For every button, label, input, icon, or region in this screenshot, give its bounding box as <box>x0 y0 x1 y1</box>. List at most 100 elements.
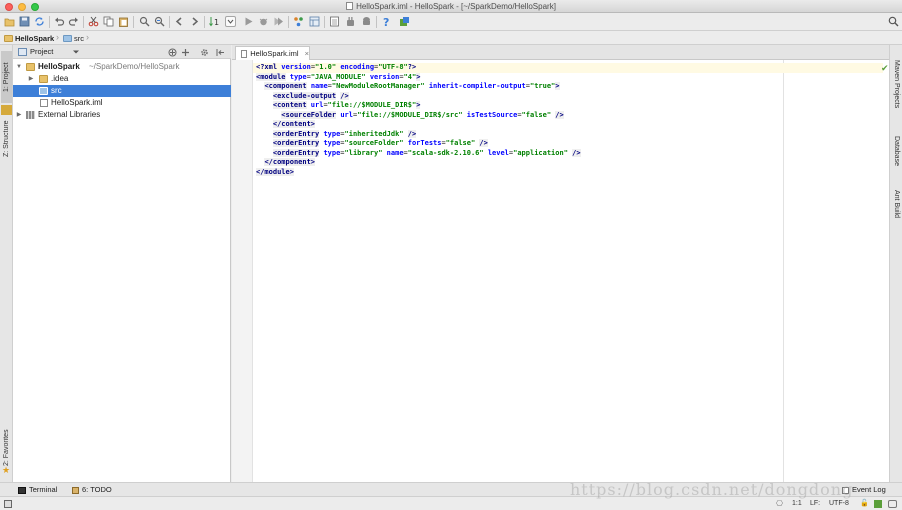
debug-icon[interactable] <box>258 16 269 27</box>
xml-attribute: type <box>289 72 307 81</box>
readonly-lock-icon[interactable]: 🔓 <box>860 498 869 510</box>
run-icon[interactable] <box>243 16 254 27</box>
editor-tab-bar: HelloSpark.iml × <box>232 45 889 60</box>
back-icon[interactable] <box>174 16 185 27</box>
code-content[interactable]: <?xml version="1.0" encoding="UTF-8"?> <m… <box>253 63 883 178</box>
run-config-dropdown[interactable] <box>225 16 236 27</box>
breadcrumb-module[interactable]: HelloSpark <box>4 33 54 44</box>
xml-value: "4" <box>403 72 417 81</box>
iml-file-icon <box>40 99 48 107</box>
favorites-star-icon: ★ <box>2 465 11 475</box>
tasks-icon[interactable] <box>399 16 410 27</box>
maven-projects-tool-tab[interactable]: Maven Projects <box>891 53 902 115</box>
code-line[interactable]: <module type="JAVA_MODULE" version="4"> <box>256 72 883 83</box>
replace-icon[interactable] <box>154 16 165 27</box>
code-line[interactable]: </content> <box>256 120 883 130</box>
tree-item-module[interactable]: ▼ HelloSpark ~/SparkDemo/HelloSpark <box>13 61 231 73</box>
inspection-level-icon[interactable] <box>874 500 882 508</box>
scroll-from-source-icon[interactable] <box>168 48 177 57</box>
copy-icon[interactable] <box>103 16 114 27</box>
xml-tag: > <box>416 72 421 81</box>
save-icon[interactable] <box>19 16 30 27</box>
sdk-icon[interactable] <box>329 16 340 27</box>
database-tool-tab[interactable]: Database <box>891 131 902 171</box>
xml-tag: > <box>416 101 421 109</box>
undo-icon[interactable] <box>54 16 65 27</box>
code-editor[interactable]: <?xml version="1.0" encoding="UTF-8"?> <m… <box>232 60 889 482</box>
code-line[interactable]: <component name="NewModuleRootManager" i… <box>256 82 883 92</box>
xml-tag: /> <box>479 139 488 147</box>
source-folder-icon <box>39 87 48 95</box>
caret-position[interactable]: 1:1 <box>792 498 802 510</box>
encoding-indicator[interactable]: UTF-8 <box>829 498 849 510</box>
xml-attribute: url <box>340 110 353 119</box>
redo-icon[interactable] <box>68 16 79 27</box>
xml-value: "scala-sdk-2.10.6" <box>407 148 484 157</box>
todo-tool-button[interactable]: 6: TODO <box>72 484 112 496</box>
tree-item-idea[interactable]: ▶ .idea <box>13 73 231 85</box>
code-line[interactable]: <?xml version="1.0" encoding="UTF-8"?> <box>253 63 883 73</box>
hide-panel-icon[interactable] <box>216 48 225 57</box>
code-line[interactable]: <orderEntry type="library" name="scala-s… <box>256 148 883 159</box>
xml-value: "JAVA_MODULE" <box>310 72 366 81</box>
breadcrumb-src[interactable]: src <box>63 33 84 44</box>
sync-icon[interactable] <box>34 16 45 27</box>
svg-text:1: 1 <box>214 18 219 27</box>
plugin-icon[interactable] <box>345 16 356 27</box>
editor-tab-label: HelloSpark.iml <box>250 49 299 58</box>
project-panel-title[interactable]: Project <box>30 47 53 56</box>
tree-item-iml[interactable]: HelloSpark.iml <box>13 97 231 109</box>
open-folder-icon[interactable] <box>4 16 15 27</box>
structure-tool-tab[interactable]: Z: Structure <box>1 115 12 163</box>
event-log-tool-button[interactable]: Event Log <box>842 484 886 496</box>
toolbar-separator <box>169 16 170 28</box>
window-title-area: HelloSpark.iml - HelloSpark - [~/SparkDe… <box>0 0 902 13</box>
find-icon[interactable] <box>139 16 150 27</box>
code-line[interactable]: </component> <box>256 158 883 168</box>
close-tab-icon[interactable]: × <box>305 47 309 60</box>
collapse-all-icon[interactable] <box>181 48 190 57</box>
xml-tag: </content> <box>272 120 316 128</box>
gear-icon[interactable] <box>200 48 209 57</box>
tree-item-external-libraries[interactable]: ▶ External Libraries <box>13 109 231 121</box>
editor-tab-hellospark-iml[interactable]: HelloSpark.iml × <box>235 46 310 60</box>
xml-value: "NewModuleRootManager" <box>331 82 425 90</box>
collapsed-arrow-icon[interactable]: ▶ <box>27 73 35 85</box>
favorites-tool-tab-label: 2: Favorites <box>3 429 10 467</box>
forward-icon[interactable] <box>189 16 200 27</box>
project-tool-tab[interactable]: 1: Project <box>1 51 12 103</box>
collapsed-arrow-icon[interactable]: ▶ <box>15 109 23 121</box>
xml-attribute: name <box>386 148 404 157</box>
breadcrumb-separator-icon: › <box>56 32 59 42</box>
code-line[interactable]: <orderEntry type="inheritedJdk" /> <box>256 129 883 140</box>
android-icon[interactable] <box>361 16 372 27</box>
project-panel-header: Project <box>13 45 231 59</box>
coverage-icon[interactable] <box>273 16 284 27</box>
make-icon[interactable]: 1 <box>209 16 220 27</box>
cut-icon[interactable] <box>88 16 99 27</box>
code-line[interactable]: <content url="file://$MODULE_DIR$"> <box>256 101 883 111</box>
help-icon[interactable]: ? <box>381 16 392 27</box>
expanded-arrow-icon[interactable]: ▼ <box>15 61 23 73</box>
xml-attribute: isTestSource <box>466 110 518 119</box>
xml-attribute: encoding <box>336 63 375 71</box>
code-line[interactable]: <orderEntry type="sourceFolder" forTests… <box>256 139 883 149</box>
right-tool-stripe: Maven Projects Database Ant Build <box>889 45 902 482</box>
code-line[interactable]: <exclude-output /> <box>256 91 883 102</box>
window-title: HelloSpark.iml - HelloSpark - [~/SparkDe… <box>356 2 556 11</box>
view-dropdown-chevron-icon[interactable] <box>73 49 79 55</box>
line-separator-indicator[interactable]: LF: <box>810 498 820 510</box>
search-everywhere-icon[interactable] <box>888 16 899 27</box>
maven-projects-tool-tab-label: Maven Projects <box>893 59 900 109</box>
tool-windows-icon[interactable] <box>4 500 12 508</box>
vcs-icon[interactable] <box>293 16 304 27</box>
tree-item-src[interactable]: src <box>13 85 231 97</box>
code-line[interactable]: <sourceFolder url="file://$MODULE_DIR$/s… <box>256 110 883 121</box>
project-view-icon <box>18 48 27 56</box>
code-line[interactable]: </module> <box>256 167 883 178</box>
paste-icon[interactable] <box>118 16 129 27</box>
project-structure-icon[interactable] <box>309 16 320 27</box>
ant-build-tool-tab[interactable]: Ant Build <box>891 183 902 225</box>
terminal-tool-button[interactable]: Terminal <box>18 484 57 496</box>
